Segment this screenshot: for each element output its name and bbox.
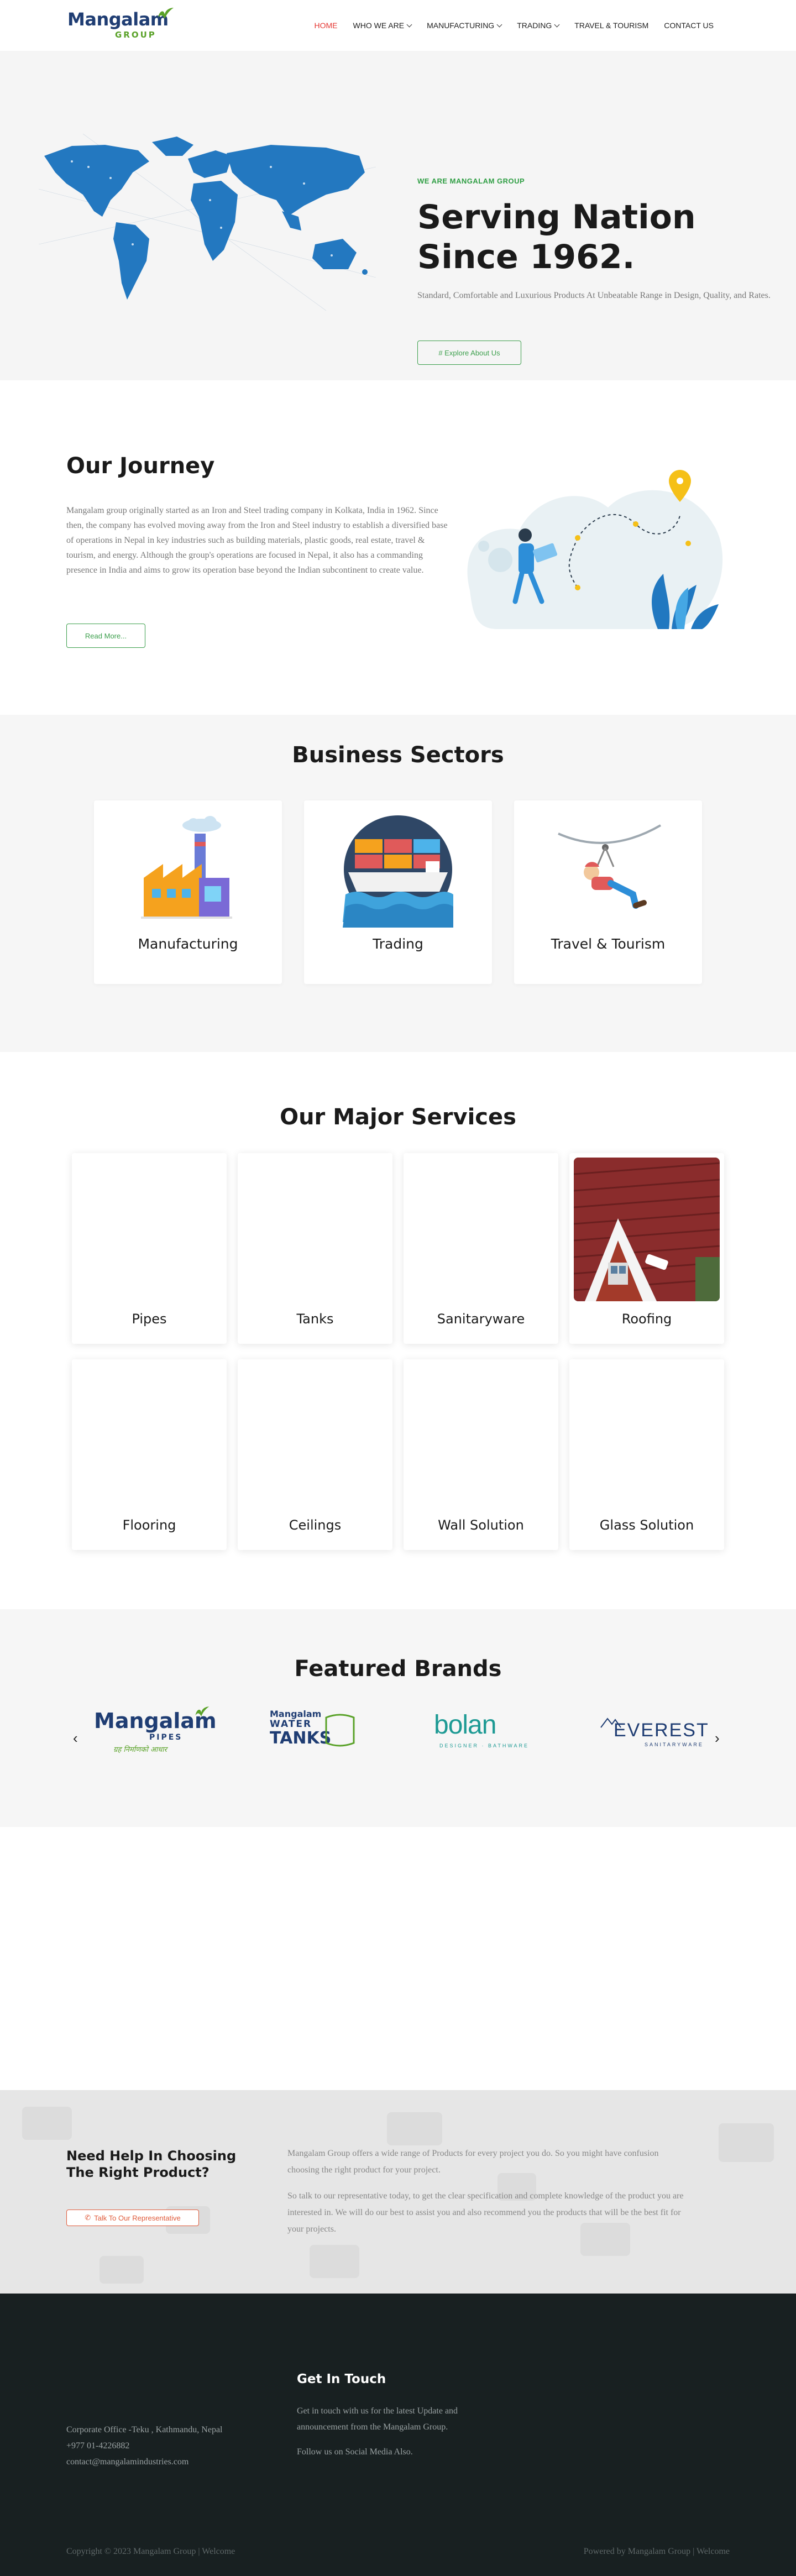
nav-contact-us[interactable]: CONTACT US xyxy=(656,21,721,30)
journey-text: Mangalam group originally started as an … xyxy=(66,506,448,575)
nav-home[interactable]: HOME xyxy=(307,21,345,30)
footer-email[interactable]: contact@mangalamindustries.com xyxy=(66,2454,188,2470)
logo-sub-text: GROUP xyxy=(115,30,156,40)
chevron-down-icon xyxy=(496,22,502,27)
footer-social-text: Follow us on Social Media Also. xyxy=(297,2447,413,2457)
sector-label: Manufacturing xyxy=(138,936,238,952)
nav-menu: HOME WHO WE ARE MANUFACTURING TRADING TR… xyxy=(307,21,721,30)
footer-contact-text: Get in touch with us for the latest Upda… xyxy=(297,2406,458,2432)
footer-powered-by: Powered by Mangalam Group | Welcome xyxy=(583,2547,730,2556)
factory-icon xyxy=(141,816,232,919)
tank-icon xyxy=(325,1714,355,1747)
roofing-photo xyxy=(574,1158,720,1301)
footer-copyright: Copyright © 2023 Mangalam Group | Welcom… xyxy=(66,2547,235,2556)
service-card-ceilings[interactable]: Ceilings xyxy=(238,1359,392,1550)
service-label: Wall Solution xyxy=(438,1517,524,1533)
hero-eyebrow: WE ARE MANGALAM GROUP xyxy=(417,177,525,185)
chevron-down-icon xyxy=(554,22,560,27)
help-section: Need Help In Choosing The Right Product?… xyxy=(0,2090,796,2294)
our-journey-section: Our Journey Mangalam group originally st… xyxy=(0,380,796,715)
mangalam-group-logo[interactable]: Mangalam GROUP xyxy=(67,7,174,42)
sector-card-trading[interactable]: Trading xyxy=(304,800,492,984)
business-sectors-section: Business Sectors Manufacturing Trading T… xyxy=(0,715,796,1052)
hero-title: Serving Nation Since 1962. xyxy=(417,198,696,276)
explore-about-us-button[interactable]: # Explore About Us xyxy=(417,341,521,365)
sector-card-manufacturing[interactable]: Manufacturing xyxy=(94,800,282,984)
service-label: Ceilings xyxy=(289,1517,342,1533)
major-services-title: Our Major Services xyxy=(280,1104,516,1130)
brand-mangalam-pipes[interactable]: Mangalam PIPES ग्रह निर्माणको आधार xyxy=(86,1706,217,1764)
help-title: Need Help In Choosing The Right Product? xyxy=(66,2148,237,2180)
nav-manufacturing[interactable]: MANUFACTURING xyxy=(419,21,509,30)
cargo-ship-icon xyxy=(343,815,453,928)
nav-travel-tourism[interactable]: TRAVEL & TOURISM xyxy=(567,21,656,30)
world-map-image xyxy=(39,134,376,311)
help-paragraph-1: Mangalam Group offers a wide range of Pr… xyxy=(287,2149,659,2175)
read-more-button[interactable]: Read More... xyxy=(66,624,145,648)
help-paragraph-2: So talk to our representative today, to … xyxy=(287,2191,684,2234)
footer-phone[interactable]: +977 01-4226882 xyxy=(66,2438,129,2454)
hero-description: Standard, Comfortable and Luxurious Prod… xyxy=(417,291,771,300)
service-card-wall-solution[interactable]: Wall Solution xyxy=(404,1359,558,1550)
service-label: Flooring xyxy=(122,1517,176,1533)
service-card-roofing[interactable]: Roofing xyxy=(569,1153,724,1344)
major-services-section: Our Major Services Pipes Tanks Sanitaryw… xyxy=(0,1052,796,1609)
leaf-icon xyxy=(158,8,174,19)
phone-icon: ✆ xyxy=(85,2213,91,2222)
business-sectors-title: Business Sectors xyxy=(292,742,504,768)
hero-section: WE ARE MANGALAM GROUP Serving Nation Sin… xyxy=(0,51,796,380)
service-card-pipes[interactable]: Pipes xyxy=(72,1153,227,1344)
leaf-icon xyxy=(195,1706,210,1716)
service-label: Pipes xyxy=(132,1311,167,1327)
featured-brands-title: Featured Brands xyxy=(294,1656,502,1682)
service-label: Roofing xyxy=(621,1311,672,1327)
nav-trading[interactable]: TRADING xyxy=(509,21,567,30)
service-label: Tanks xyxy=(296,1311,334,1327)
logo-main-text: Mangalam xyxy=(67,9,169,30)
footer-contact-title: Get In Touch xyxy=(297,2372,386,2386)
service-card-tanks[interactable]: Tanks xyxy=(238,1153,392,1344)
brand-everest[interactable]: EVEREST SANITARYWARE xyxy=(597,1709,724,1764)
journey-title: Our Journey xyxy=(66,453,215,479)
nav-who-we-are[interactable]: WHO WE ARE xyxy=(345,21,420,30)
talk-to-representative-button[interactable]: ✆ Talk To Our Representative xyxy=(66,2210,199,2226)
brand-bolan[interactable]: bolan DESIGNER · BATHWARE xyxy=(423,1709,550,1764)
featured-brands-section: Featured Brands ‹ › Mangalam PIPES ग्रह … xyxy=(0,1609,796,1827)
chevron-down-icon xyxy=(406,22,412,27)
brand-mangalam-water-tanks[interactable]: Mangalam WATER TANKS xyxy=(255,1709,383,1764)
sector-label: Trading xyxy=(373,936,423,952)
service-card-flooring[interactable]: Flooring xyxy=(72,1359,227,1550)
service-card-sanitaryware[interactable]: Sanitaryware xyxy=(404,1153,558,1344)
service-label: Sanitaryware xyxy=(437,1311,525,1327)
footer-address: Corporate Office -Teku , Kathmandu, Nepa… xyxy=(66,2425,223,2434)
footer: Corporate Office -Teku , Kathmandu, Nepa… xyxy=(0,2294,796,2576)
service-label: Glass Solution xyxy=(599,1517,694,1533)
sector-card-travel-tourism[interactable]: Travel & Tourism xyxy=(514,800,702,984)
journey-illustration xyxy=(467,470,723,629)
carousel-prev-icon[interactable]: ‹ xyxy=(73,1730,78,1747)
sector-label: Travel & Tourism xyxy=(551,936,666,952)
service-card-glass-solution[interactable]: Glass Solution xyxy=(569,1359,724,1550)
zipline-icon xyxy=(558,824,662,909)
top-navbar: Mangalam GROUP HOME WHO WE ARE MANUFACTU… xyxy=(0,0,796,51)
